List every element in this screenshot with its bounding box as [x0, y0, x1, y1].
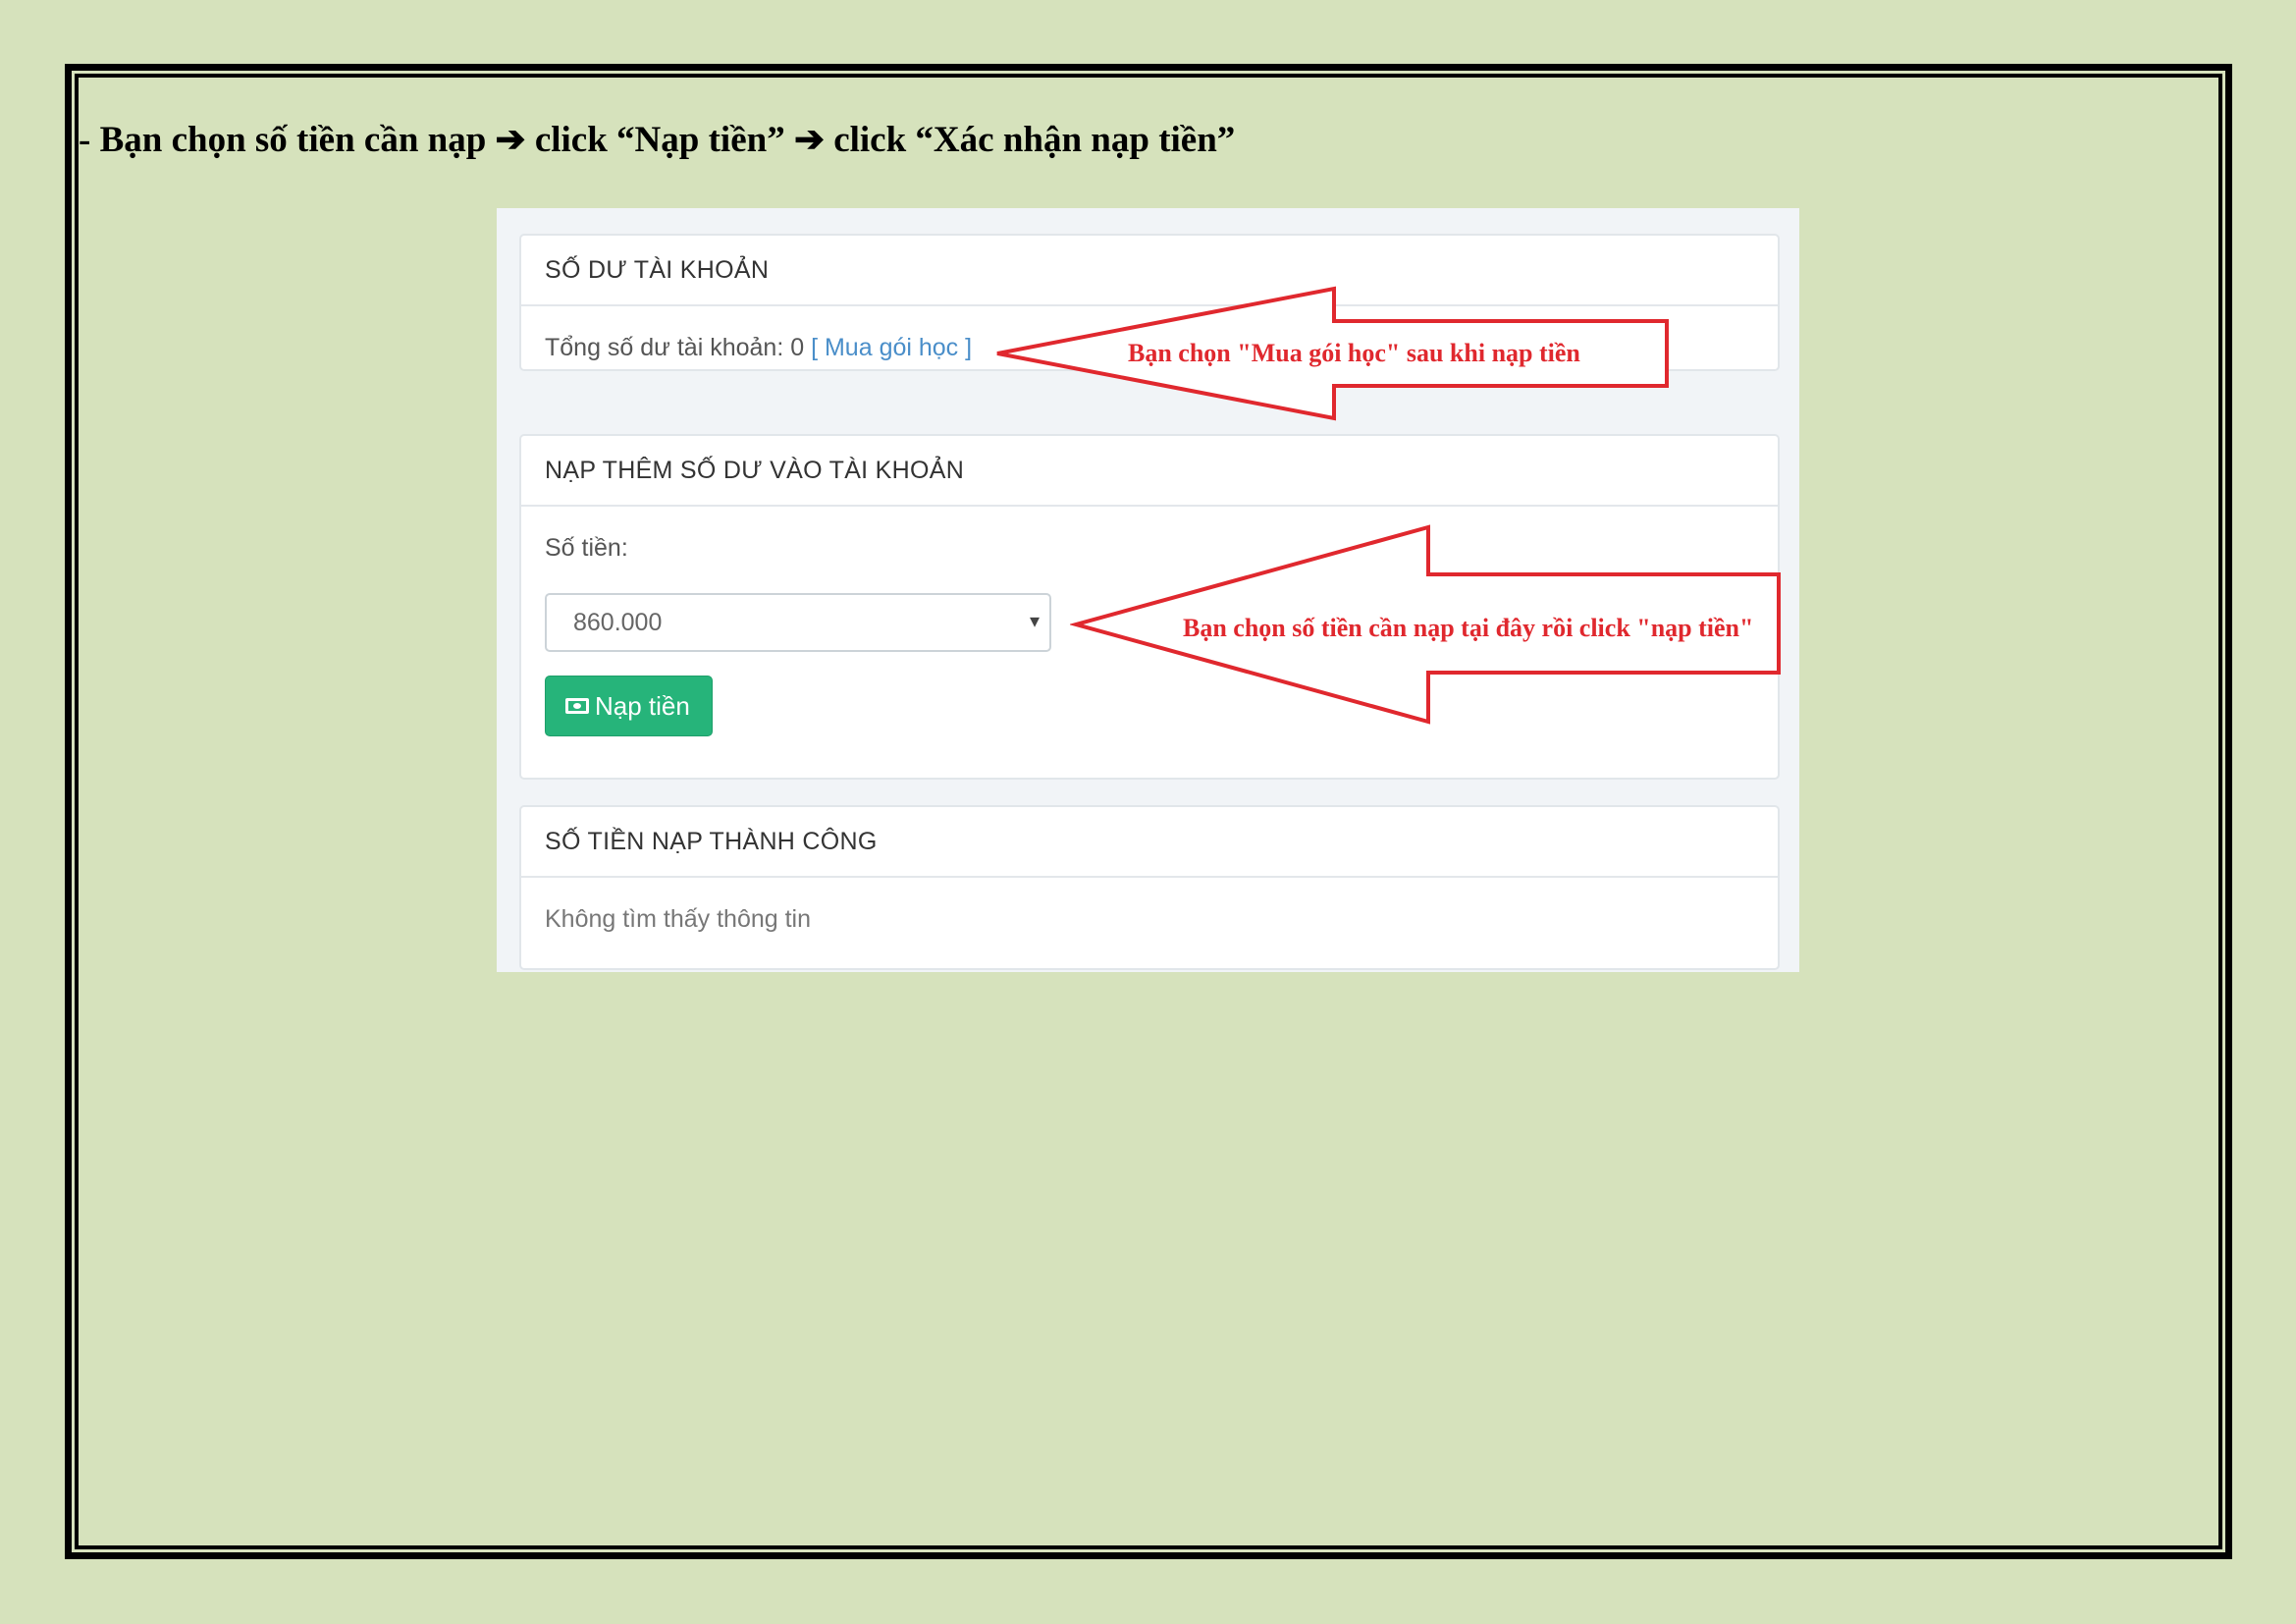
- amount-select[interactable]: 860.000 ▾: [545, 593, 1051, 652]
- topup-button[interactable]: Nạp tiền: [545, 676, 713, 736]
- balance-line: Tổng số dư tài khoản: 0 [ Mua gói học ]: [545, 334, 972, 362]
- callout-text-buy: Bạn chọn "Mua gói học" sau khi nạp tiền: [1128, 339, 1580, 367]
- amount-selected-value: 860.000: [573, 608, 663, 636]
- history-panel: SỐ TIỀN NẠP THÀNH CÔNG Không tìm thấy th…: [519, 805, 1780, 970]
- history-panel-title: SỐ TIỀN NẠP THÀNH CÔNG: [521, 807, 1778, 878]
- callout-text-amount: Bạn chọn số tiền cần nạp tại đây rồi cli…: [1183, 614, 1754, 642]
- balance-label: Tổng số dư tài khoản:: [545, 334, 791, 361]
- instruction-text: - Bạn chọn số tiền cần nạp ➔ click “Nạp …: [79, 120, 1236, 160]
- balance-value: 0: [790, 334, 805, 361]
- topup-button-label: Nạp tiền: [595, 690, 690, 721]
- caret-down-icon: ▾: [1029, 611, 1040, 632]
- money-icon: [565, 698, 589, 714]
- history-empty-message: Không tìm thấy thông tin: [545, 905, 812, 933]
- amount-label: Số tiền:: [545, 534, 628, 562]
- buy-package-link[interactable]: [ Mua gói học ]: [811, 334, 972, 361]
- topup-panel-title: NẠP THÊM SỐ DƯ VÀO TÀI KHOẢN: [521, 436, 1778, 507]
